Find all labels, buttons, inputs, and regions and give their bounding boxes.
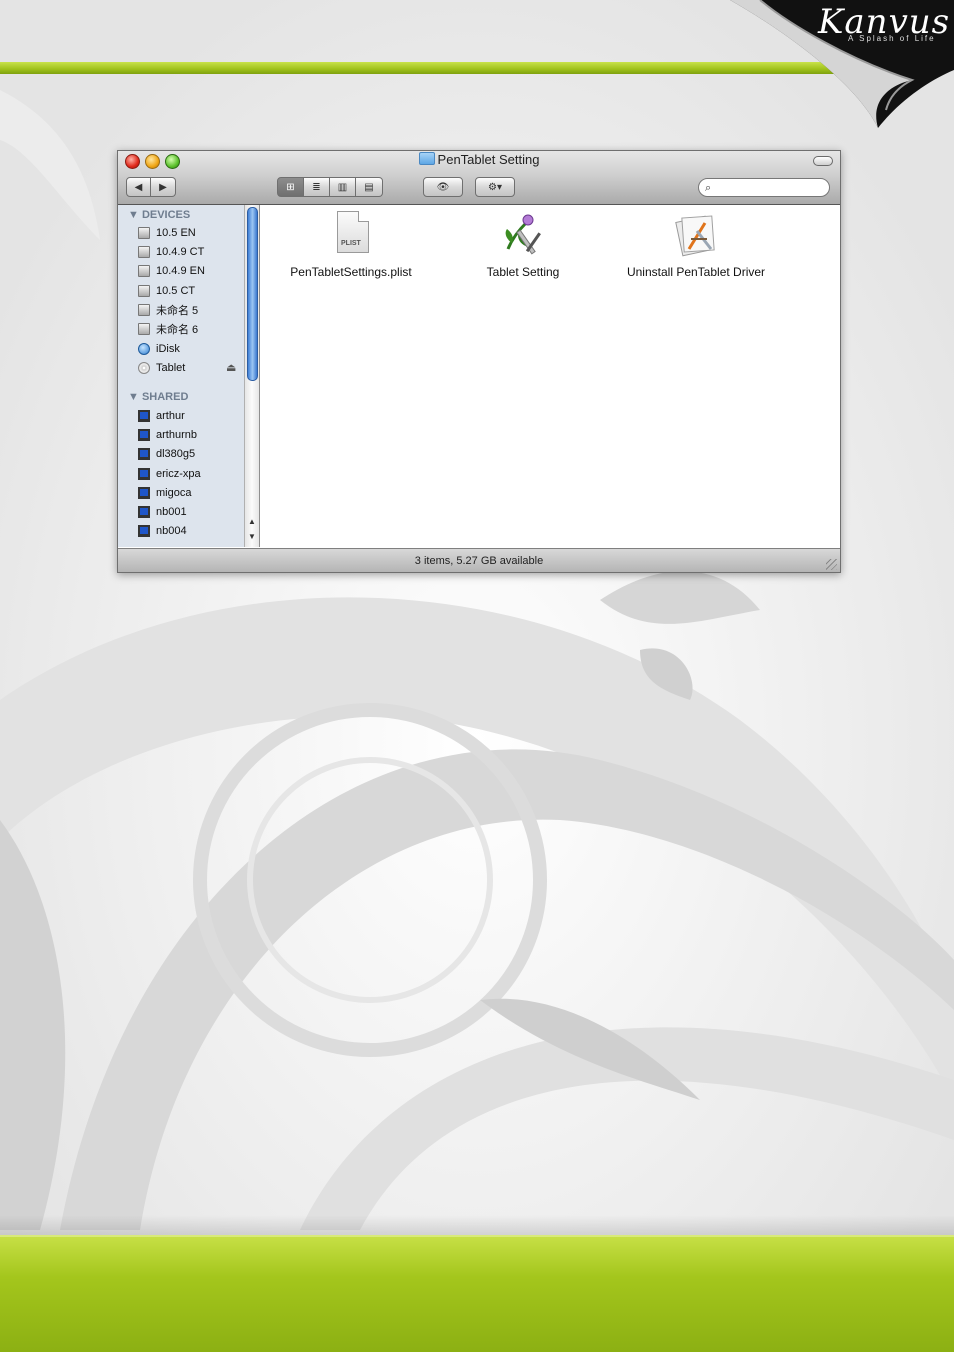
network-computer-icon — [138, 505, 150, 518]
disk-icon — [138, 226, 150, 239]
column-view-button[interactable]: ▥ — [330, 177, 356, 197]
sidebar-item-arthur[interactable]: arthur — [138, 407, 185, 424]
sidebar-item-label: Tablet — [156, 361, 186, 374]
shared-header[interactable]: ▼ SHARED — [128, 391, 188, 403]
coverflow-view-icon: ▤ — [364, 181, 374, 193]
sidebar-item-nb001[interactable]: nb001 — [138, 503, 187, 520]
network-computer-icon — [138, 524, 150, 537]
sidebar-item-label: 10.4.9 CT — [156, 245, 205, 258]
sidebar-item-label: nb004 — [156, 524, 187, 537]
sidebar-item-10-5-ct[interactable]: 10.5 CT — [138, 282, 195, 299]
sidebar-item-ericz-xpa[interactable]: ericz-xpa — [138, 465, 201, 482]
sidebar-item-dl380g5[interactable]: dl380g5 — [138, 445, 195, 462]
back-arrow-icon: ◀ — [134, 181, 143, 193]
list-view-icon: ≣ — [312, 181, 321, 193]
forward-button[interactable]: ▶ — [151, 177, 176, 197]
folder-icon — [418, 152, 435, 165]
file-item-plist[interactable]: PLIST PenTabletSettings.plist — [266, 209, 436, 279]
quicklook-group: 👁 — [423, 177, 463, 197]
uninstaller-app-icon — [671, 209, 721, 259]
sidebar-item-tablet[interactable]: Tablet — [138, 359, 185, 376]
sidebar-item-10-5-en[interactable]: 10.5 EN — [138, 224, 196, 241]
window-titlebar[interactable]: PenTablet Setting ◀ ▶ ⊞ ≣ ▥ ▤ 👁 ⚙▾ ⌕ — [118, 151, 840, 205]
sidebar-item-label: iDisk — [156, 342, 180, 355]
coverflow-view-button[interactable]: ▤ — [356, 177, 383, 197]
finder-window: PenTablet Setting ◀ ▶ ⊞ ≣ ▥ ▤ 👁 ⚙▾ ⌕ ▼ D… — [117, 150, 841, 573]
back-button[interactable]: ◀ — [126, 177, 151, 197]
sidebar-item-label: arthur — [156, 409, 185, 422]
sidebar-scroll-thumb[interactable] — [247, 207, 258, 381]
file-item-uninstall-driver[interactable]: Uninstall PenTablet Driver — [611, 209, 781, 279]
disk-icon — [138, 245, 150, 258]
search-icon: ⌕ — [705, 182, 712, 194]
sidebar: ▼ DEVICES 10.5 EN 10.4.9 CT 10.4.9 EN 10… — [118, 205, 260, 547]
sidebar-item-label: ericz-xpa — [156, 467, 201, 480]
search-field[interactable]: ⌕ — [698, 178, 830, 197]
quicklook-button[interactable]: 👁 — [423, 177, 463, 197]
network-computer-icon — [138, 486, 150, 499]
network-computer-icon — [138, 467, 150, 480]
sidebar-scrollbar[interactable]: ▲ ▼ — [244, 205, 259, 547]
list-view-button[interactable]: ≣ — [304, 177, 330, 197]
sidebar-item-label: 10.4.9 EN — [156, 264, 205, 277]
eye-icon: 👁 — [436, 181, 450, 193]
brand-tagline: A Splash of Life — [848, 34, 936, 43]
column-view-icon: ▥ — [337, 181, 348, 193]
network-computer-icon — [138, 447, 150, 460]
gear-icon: ⚙▾ — [488, 181, 502, 193]
devices-header[interactable]: ▼ DEVICES — [128, 209, 190, 221]
network-computer-icon — [138, 428, 150, 441]
icon-view-icon: ⊞ — [286, 181, 295, 193]
sidebar-item-10-4-9-en[interactable]: 10.4.9 EN — [138, 262, 205, 279]
bottom-green-band — [0, 1235, 954, 1352]
cd-icon — [138, 361, 150, 374]
window-title-container: PenTablet Setting — [118, 152, 840, 167]
plist-document-icon: PLIST — [326, 209, 376, 259]
plist-tag: PLIST — [341, 240, 361, 247]
sidebar-item-migoca[interactable]: migoca — [138, 484, 191, 501]
status-text: 3 items, 5.27 GB available — [414, 555, 544, 567]
sidebar-item-idisk[interactable]: iDisk — [138, 340, 180, 357]
action-group: ⚙▾ — [475, 177, 515, 197]
file-label: Uninstall PenTablet Driver — [626, 265, 766, 279]
sidebar-item-label: dl380g5 — [156, 447, 196, 460]
file-item-tablet-setting[interactable]: Tablet Setting — [438, 209, 608, 279]
disk-icon — [138, 322, 150, 335]
sidebar-item-label: nb001 — [156, 505, 187, 518]
sidebar-item-untitled-5[interactable]: 未命名 5 — [138, 301, 198, 318]
sidebar-item-untitled-6[interactable]: 未命名 6 — [138, 320, 198, 337]
navigation-buttons: ◀ ▶ — [126, 177, 176, 197]
disk-icon — [138, 303, 150, 316]
sidebar-item-label: 10.5 CT — [156, 284, 196, 297]
file-content-area[interactable]: PLIST PenTabletSettings.plist Tablet Set… — [260, 205, 840, 547]
scroll-up-icon[interactable]: ▲ — [248, 517, 256, 526]
sidebar-item-label: 10.5 EN — [156, 226, 196, 239]
search-input[interactable] — [719, 181, 823, 195]
view-mode-buttons: ⊞ ≣ ▥ ▤ — [277, 177, 383, 197]
icon-view-button[interactable]: ⊞ — [277, 177, 304, 197]
sidebar-item-label: arthurnb — [156, 428, 197, 441]
sidebar-item-label: migoca — [156, 486, 192, 499]
resize-grip-icon[interactable] — [826, 559, 837, 570]
bottom-band-shadow — [0, 1215, 954, 1235]
disk-icon — [138, 264, 150, 277]
network-computer-icon — [138, 409, 150, 422]
forward-arrow-icon: ▶ — [159, 181, 167, 193]
sidebar-item-label: 未命名 6 — [156, 323, 199, 336]
file-label: Tablet Setting — [486, 265, 560, 279]
eject-icon[interactable]: ⏏ — [226, 361, 236, 374]
disk-icon — [138, 284, 150, 297]
idisk-icon — [138, 342, 150, 355]
toolbar-toggle-button[interactable] — [813, 156, 833, 166]
scroll-down-icon[interactable]: ▼ — [248, 532, 256, 541]
tablet-setting-app-icon — [498, 209, 548, 259]
sidebar-item-nb004[interactable]: nb004 — [138, 522, 187, 539]
window-title: PenTablet Setting — [437, 152, 540, 167]
sidebar-item-10-4-9-ct[interactable]: 10.4.9 CT — [138, 243, 204, 260]
action-menu-button[interactable]: ⚙▾ — [475, 177, 515, 197]
sidebar-item-label: 未命名 5 — [156, 304, 199, 317]
status-bar: 3 items, 5.27 GB available — [118, 548, 840, 572]
sidebar-item-arthurnb[interactable]: arthurnb — [138, 426, 197, 443]
file-label: PenTabletSettings.plist — [290, 265, 412, 279]
